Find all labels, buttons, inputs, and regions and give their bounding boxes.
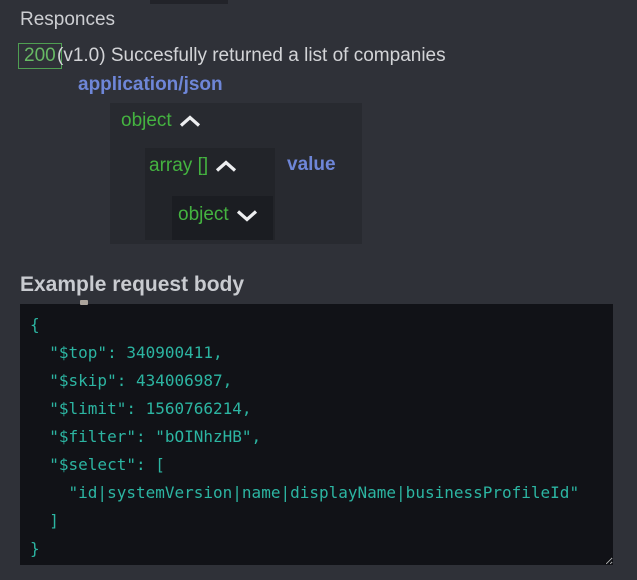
status-code-badge: 200 [18, 43, 62, 69]
chevron-up-icon[interactable] [215, 159, 237, 174]
example-request-body-heading: Example request body [20, 273, 244, 297]
schema-node-root: object [121, 110, 201, 132]
api-docs-response-section: Responces 200 (v1.0) Succesfully returne… [0, 0, 637, 580]
responses-heading: Responces [20, 9, 115, 31]
response-description: (v1.0) Succesfully returned a list of co… [57, 45, 446, 67]
response-schema-tree: object array [] object [110, 103, 362, 244]
schema-array-type-label: array [] [149, 155, 208, 177]
schema-array-item-panel: object [172, 196, 273, 240]
schema-value-label: value [287, 154, 336, 176]
cursor-artifact [80, 300, 88, 305]
clipped-code-block-edge [150, 0, 228, 4]
schema-node-array-item: object [178, 204, 258, 226]
example-request-body-input[interactable]: { "$top": 340900411, "$skip": 434006987,… [20, 304, 613, 565]
chevron-up-icon[interactable] [179, 114, 201, 129]
schema-array-panel: array [] object [145, 148, 275, 240]
schema-node-array: array [] [149, 155, 237, 177]
content-type-label: application/json [78, 74, 223, 96]
schema-root-type-label: object [121, 110, 172, 132]
schema-item-type-label: object [178, 204, 229, 226]
chevron-down-icon[interactable] [236, 208, 258, 223]
